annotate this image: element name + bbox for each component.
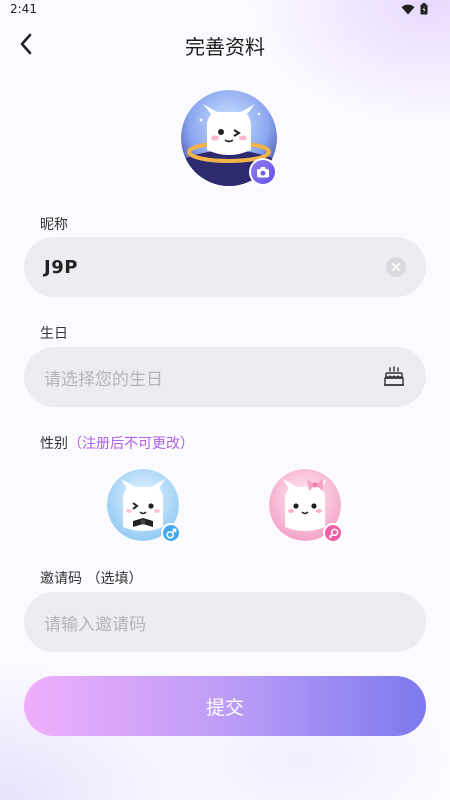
status-time: 2:41 <box>10 2 37 16</box>
submit-button[interactable]: 提交 <box>24 676 426 736</box>
birthday-label: 生日 <box>40 326 68 342</box>
nickname-label: 昵称 <box>40 217 68 233</box>
wifi-icon <box>401 4 415 14</box>
gender-female-option[interactable] <box>269 469 345 545</box>
page-title: 完善资料 <box>185 35 265 59</box>
nickname-field[interactable]: J9P <box>24 237 426 297</box>
male-icon <box>161 523 181 543</box>
gender-male-option[interactable] <box>107 469 183 545</box>
invite-label: 邀请码 （选填） <box>40 571 143 587</box>
nickname-value[interactable]: J9P <box>44 257 386 278</box>
clear-icon[interactable] <box>386 257 406 277</box>
battery-icon <box>420 3 428 15</box>
birthday-field[interactable]: 请选择您的生日 <box>24 347 426 407</box>
avatar-upload[interactable] <box>181 90 277 186</box>
gender-label-text: 性别 <box>40 436 68 452</box>
cake-icon[interactable] <box>382 365 406 389</box>
gender-label: 性别（注册后不可更改） <box>40 433 194 453</box>
status-icons <box>401 3 428 15</box>
invite-code-field[interactable]: 请输入邀请码 <box>24 592 426 652</box>
gender-hint: （注册后不可更改） <box>68 436 194 452</box>
female-icon <box>323 523 343 543</box>
camera-icon <box>249 158 277 186</box>
birthday-placeholder: 请选择您的生日 <box>44 369 163 390</box>
invite-placeholder: 请输入邀请码 <box>44 614 146 635</box>
